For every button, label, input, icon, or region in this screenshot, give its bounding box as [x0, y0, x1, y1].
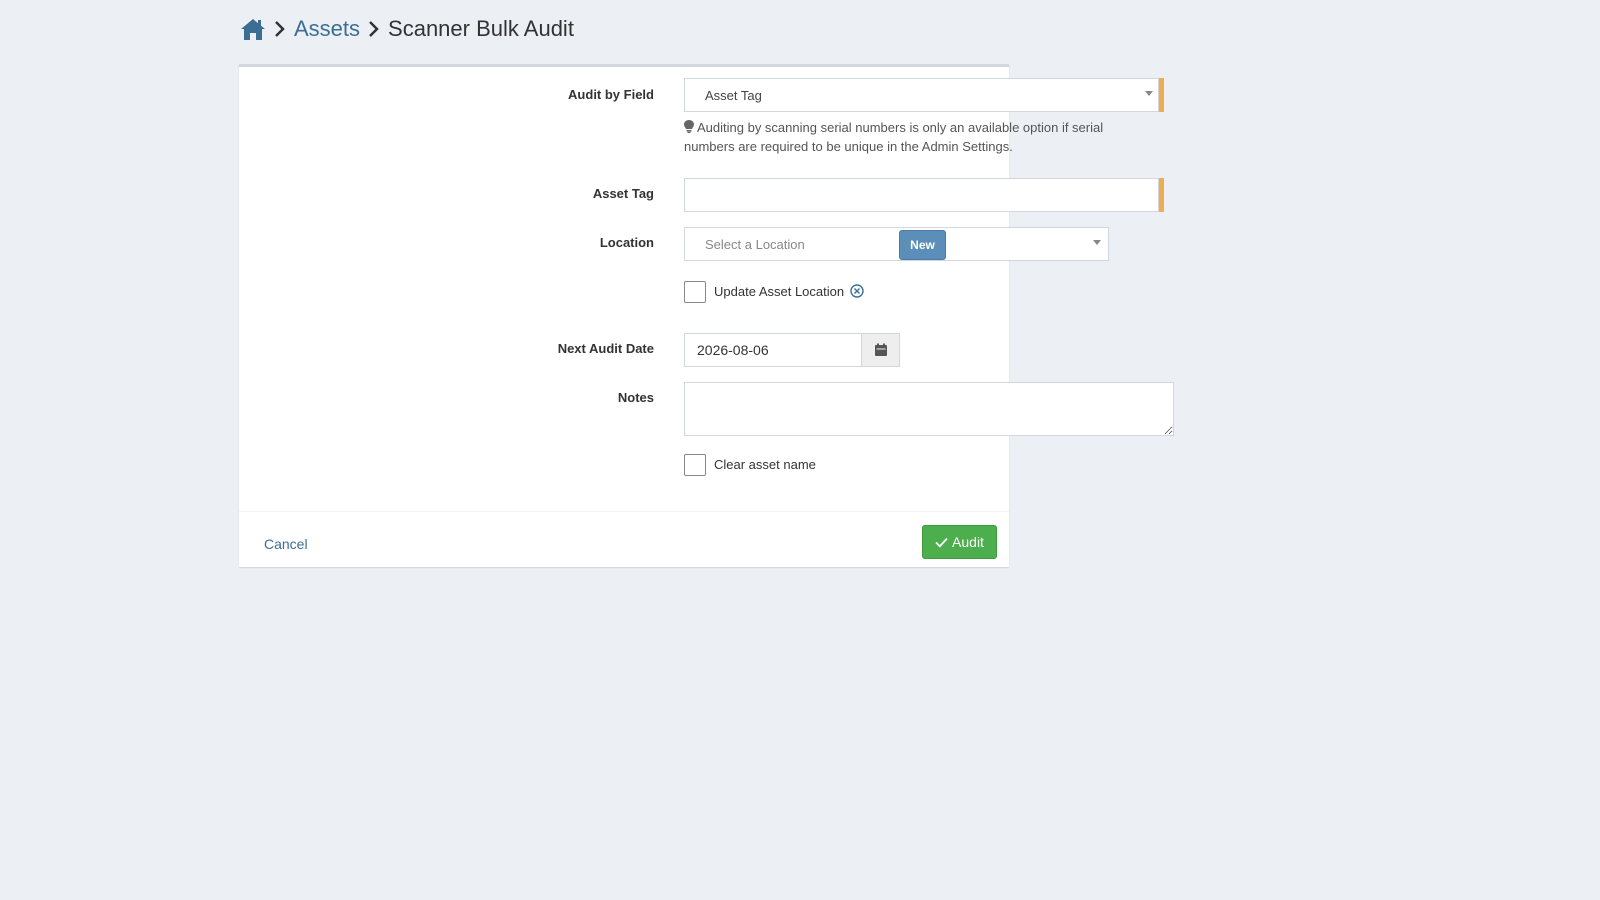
audit-by-field-select[interactable]: Asset Tag — [684, 78, 1159, 112]
audit-button[interactable]: Audit — [922, 525, 997, 559]
location-label: Location — [599, 235, 654, 250]
audit-button-label: Audit — [952, 534, 984, 550]
audit-by-field-label: Audit by Field — [568, 87, 654, 102]
location-placeholder: Select a Location — [705, 237, 805, 252]
dropdown-arrow-icon — [1145, 91, 1153, 96]
update-location-checkbox[interactable] — [684, 281, 706, 303]
location-select[interactable]: Select a Location — [684, 227, 1109, 261]
asset-tag-label: Asset Tag — [592, 186, 654, 201]
clear-asset-name-label: Clear asset name — [714, 457, 816, 472]
audit-by-field-value: Asset Tag — [705, 88, 762, 103]
chevron-right-icon — [368, 19, 380, 39]
footer-divider — [239, 511, 1009, 512]
asset-tag-input[interactable] — [684, 178, 1159, 212]
help-text: Auditing by scanning serial numbers is o… — [684, 120, 1104, 154]
update-location-row: Update Asset Location — [714, 284, 864, 301]
page-title: Scanner Bulk Audit — [388, 16, 574, 41]
required-indicator — [1159, 178, 1164, 212]
required-indicator — [1159, 78, 1164, 112]
cancel-link[interactable]: Cancel — [264, 536, 308, 552]
lightbulb-icon — [684, 119, 694, 133]
info-icon[interactable] — [850, 284, 864, 301]
dropdown-arrow-icon — [1093, 240, 1101, 245]
next-audit-date-label: Next Audit Date — [557, 341, 654, 356]
breadcrumb-assets-link[interactable]: Assets — [294, 16, 360, 42]
next-audit-date-input[interactable]: 2026-08-06 — [684, 333, 862, 367]
chevron-right-icon — [274, 19, 286, 39]
breadcrumb: Assets Scanner Bulk Audit — [240, 16, 574, 42]
audit-by-field-help: Auditing by scanning serial numbers is o… — [684, 118, 1144, 156]
home-icon[interactable] — [240, 16, 266, 42]
check-icon — [935, 537, 948, 548]
audit-form-panel: Audit by Field Asset Tag Auditing by sca… — [239, 64, 1174, 567]
new-location-button[interactable]: New — [899, 230, 946, 260]
update-location-label: Update Asset Location — [714, 284, 845, 299]
calendar-icon[interactable] — [861, 333, 900, 367]
clear-asset-name-checkbox[interactable] — [684, 454, 706, 476]
notes-textarea[interactable] — [684, 382, 1174, 436]
notes-label: Notes — [617, 390, 654, 405]
